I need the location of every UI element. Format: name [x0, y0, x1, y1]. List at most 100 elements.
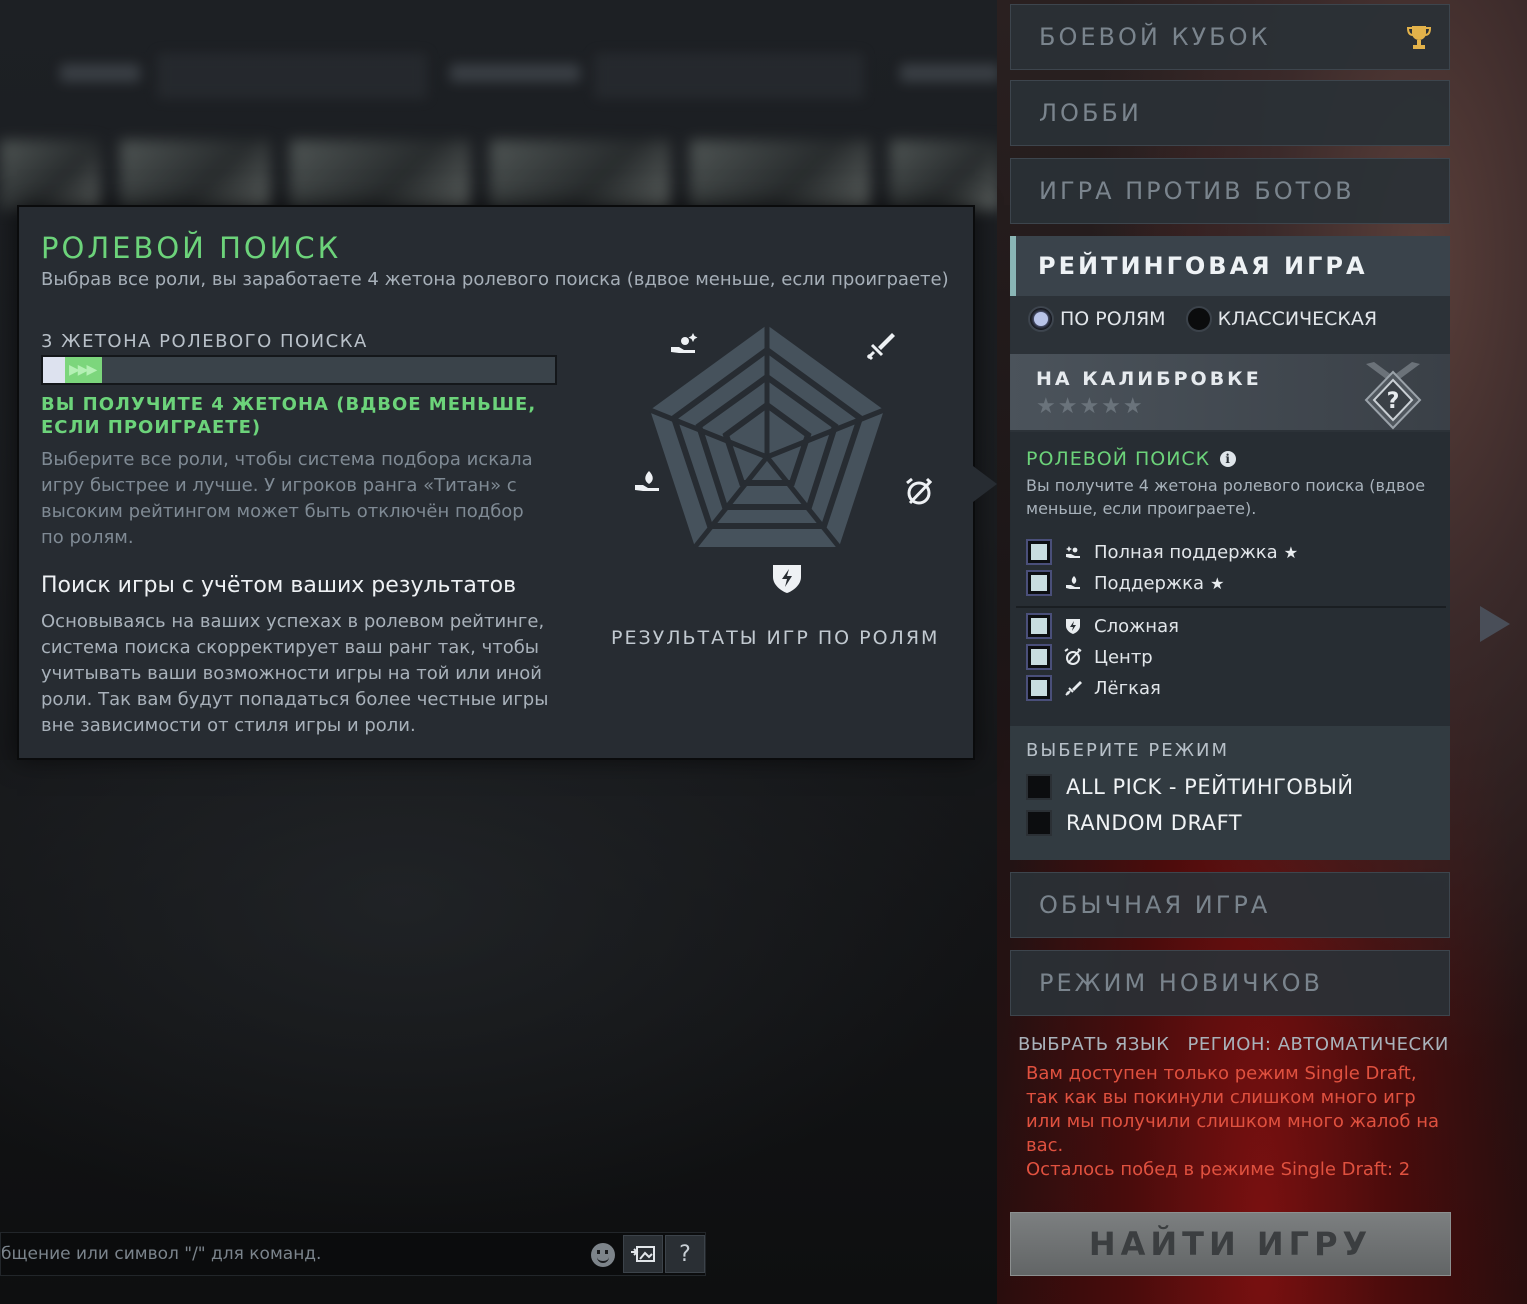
radio-role-queue[interactable] — [1028, 306, 1054, 332]
mode-label: RANDOM DRAFT — [1066, 811, 1243, 835]
ranked-title: РЕЙТИНГОВАЯ ИГРА — [1038, 252, 1368, 280]
support-icon — [1066, 576, 1080, 589]
chat-help-button[interactable]: ? — [665, 1235, 705, 1273]
role-checkbox[interactable] — [1026, 613, 1052, 639]
wins-left-text: Осталось побед в режиме Single Draft: 2 — [1026, 1159, 1411, 1180]
role-checkbox[interactable] — [1026, 675, 1052, 701]
find-game-button[interactable]: НАЙТИ ИГРУ — [1010, 1212, 1451, 1276]
region-link[interactable]: РЕГИОН: АВТОМАТИЧЕСКИ — [1188, 1034, 1449, 1055]
lobby-button[interactable]: ЛОББИ — [1010, 80, 1450, 146]
role-label: Поддержка — [1094, 572, 1205, 594]
newbie-mode-button[interactable]: РЕЖИМ НОВИЧКОВ — [1010, 950, 1450, 1016]
tooltip-heading: Поиск игры с учётом ваших результатов — [41, 573, 517, 598]
safelane-icon — [866, 333, 895, 361]
background-lower — [0, 760, 1000, 1230]
filter-dropdown-blur — [158, 54, 426, 98]
background-item-strip — [0, 140, 1000, 210]
tooltip-title: РОЛЕВОЙ ПОИСК — [41, 231, 342, 265]
star-icon: ★ — [1210, 573, 1225, 593]
tooltip-subtitle: Выбрав все роли, вы заработаете 4 жетона… — [41, 269, 949, 290]
newbie-mode-label: РЕЖИМ НОВИЧКОВ — [1039, 969, 1323, 997]
role-row-mid[interactable]: Центр — [1026, 643, 1153, 671]
find-game-label: НАЙТИ ИГРУ — [1088, 1225, 1373, 1263]
mode-label: ALL PICK - РЕЙТИНГОВЫЙ — [1066, 775, 1354, 799]
role-results-radar-chart — [635, 325, 933, 593]
battle-cup-button[interactable]: БОЕВОЙ КУБОК — [1010, 4, 1450, 70]
svg-text:?: ? — [1387, 389, 1400, 414]
emoji-icon[interactable] — [591, 1243, 615, 1267]
star-icon: ★ — [1283, 542, 1299, 562]
role-checkbox[interactable] — [1026, 539, 1052, 565]
uncalibrated-rank-icon: ? — [1364, 362, 1422, 430]
role-row-support[interactable]: Поддержка ★ — [1026, 569, 1224, 597]
support-icon — [635, 471, 659, 491]
choose-language-link[interactable]: ВЫБРАТЬ ЯЗЫК — [1018, 1034, 1170, 1055]
mode-title: ВЫБЕРИТЕ РЕЖИМ — [1026, 740, 1229, 761]
role-checkbox[interactable] — [1026, 570, 1052, 596]
mode-checkbox[interactable] — [1026, 774, 1052, 800]
role-checkbox[interactable] — [1026, 644, 1052, 670]
ranked-header[interactable]: РЕЙТИНГОВАЯ ИГРА — [1010, 236, 1450, 296]
tokens-progress-bar: ▶▶▶ — [41, 355, 557, 385]
normal-game-button[interactable]: ОБЫЧНАЯ ИГРА — [1010, 872, 1450, 938]
role-row-safelane[interactable]: Лёгкая — [1026, 674, 1161, 702]
lobby-label: ЛОББИ — [1039, 99, 1142, 127]
role-row-hard-support[interactable]: Полная поддержка ★ — [1026, 538, 1298, 566]
chat-image-button[interactable] — [623, 1235, 663, 1273]
calibration-banner: НА КАЛИБРОВКЕ ★★★★★ ? — [1010, 354, 1450, 430]
role-queue-box: РОЛЕВОЙ ПОИСК i Вы получите 4 жетона рол… — [1010, 432, 1450, 726]
hard-support-icon — [671, 333, 698, 353]
hard-support-icon — [1066, 546, 1080, 558]
language-region-row: ВЫБРАТЬ ЯЗЫК РЕГИОН: АВТОМАТИЧЕСКИ — [1018, 1034, 1449, 1055]
next-arrow-icon[interactable] — [1480, 606, 1510, 642]
sort-dropdown-blur — [595, 54, 863, 98]
role-label: Полная поддержка — [1094, 541, 1278, 563]
battle-cup-label: БОЕВОЙ КУБОК — [1039, 23, 1271, 51]
mode-checkbox[interactable] — [1026, 810, 1052, 836]
role-queue-description: Вы получите 4 жетона ролевого поиска (вд… — [1026, 476, 1426, 518]
radar-caption: РЕЗУЛЬТАТЫ ИГР ПО РОЛЯМ — [611, 627, 940, 649]
tokens-description: Выберите все роли, чтобы система подбора… — [41, 449, 533, 548]
bots-button[interactable]: ИГРА ПРОТИВ БОТОВ — [1010, 158, 1450, 224]
role-row-offlane[interactable]: Сложная — [1026, 612, 1179, 640]
image-share-icon — [631, 1246, 655, 1262]
radio-role-queue-label[interactable]: ПО РОЛЯМ — [1060, 308, 1166, 330]
queue-type-radios: ПО РОЛЯМ КЛАССИЧЕСКАЯ — [1028, 306, 1377, 332]
tokens-note: ВЫ ПОЛУЧИТЕ 4 ЖЕТОНА (ВДВОЕ МЕНЬШЕ, ЕСЛИ… — [41, 394, 537, 438]
filter-label-blur — [60, 64, 140, 82]
sort-label-blur — [450, 64, 580, 82]
tokens-label: 3 ЖЕТОНА РОЛЕВОГО ПОИСКА — [41, 331, 368, 352]
role-label: Центр — [1094, 646, 1153, 668]
mid-icon — [906, 477, 933, 505]
mode-row-random-draft[interactable]: RANDOM DRAFT — [1026, 810, 1242, 836]
tooltip-pointer — [973, 466, 997, 502]
role-queue-tooltip: РОЛЕВОЙ ПОИСК Выбрав все роли, вы зарабо… — [17, 205, 975, 760]
safelane-icon — [1065, 681, 1082, 696]
game-mode-box: ВЫБЕРИТЕ РЕЖИМ ALL PICK - РЕЙТИНГОВЫЙ RA… — [1010, 726, 1450, 860]
radio-classic[interactable] — [1185, 306, 1212, 332]
warning-text: Вам доступен только режим Single Draft, … — [1026, 1063, 1440, 1156]
trophy-icon — [1406, 26, 1432, 49]
normal-game-label: ОБЫЧНАЯ ИГРА — [1039, 891, 1271, 919]
ranked-panel: РЕЙТИНГОВАЯ ИГРА ПО РОЛЯМ КЛАССИЧЕСКАЯ Н… — [1010, 236, 1450, 860]
calibration-title: НА КАЛИБРОВКЕ — [1036, 368, 1262, 390]
tokens-gain-segment: ▶▶▶ — [65, 357, 103, 383]
tokens-current-segment — [43, 357, 65, 383]
mid-icon — [1064, 648, 1082, 665]
restriction-warning: Вам доступен только режим Single Draft, … — [1026, 1062, 1446, 1182]
role-queue-heading: РОЛЕВОЙ ПОИСК i — [1026, 448, 1237, 470]
tokens-progress-fill: ▶▶▶ — [43, 357, 103, 383]
offlane-icon — [1066, 619, 1080, 634]
chat-bar: бщение или символ "/" для команд. ? — [0, 1232, 706, 1276]
calibration-stars: ★★★★★ — [1036, 394, 1145, 419]
info-icon[interactable]: i — [1220, 451, 1237, 467]
chat-input[interactable]: бщение или символ "/" для команд. — [1, 1244, 321, 1264]
mode-row-all-pick[interactable]: ALL PICK - РЕЙТИНГОВЫЙ — [1026, 774, 1354, 800]
role-queue-title: РОЛЕВОЙ ПОИСК — [1026, 448, 1211, 470]
role-label: Лёгкая — [1094, 677, 1161, 699]
radio-classic-label[interactable]: КЛАССИЧЕСКАЯ — [1218, 308, 1378, 330]
offlane-icon — [773, 565, 801, 593]
background-filter-bar — [0, 40, 1000, 115]
tooltip-body: Основываясь на ваших успехах в ролевом р… — [41, 611, 549, 736]
group-label-blur — [900, 64, 1000, 82]
